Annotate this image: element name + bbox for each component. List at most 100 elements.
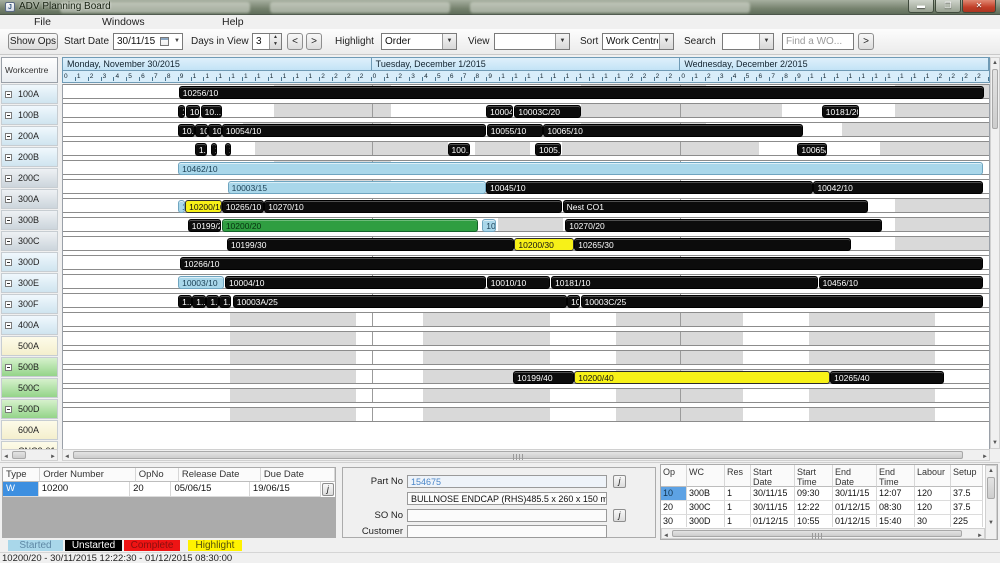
ops-cell[interactable]: 37.5 [951,501,983,515]
ops-cell[interactable]: 300C [687,501,725,515]
ops-cell[interactable]: 01/12/15 [751,515,795,527]
order-table-row[interactable]: W102002005/06/1519/06/15j [3,482,335,497]
gantt-bar[interactable]: 10199/20 [188,219,221,232]
ops-cell[interactable]: 09:30 [795,487,833,501]
gantt-bar[interactable]: 10.. [208,124,222,137]
ops-cell[interactable]: 30/11/15 [751,501,795,515]
highlight-select[interactable]: Order▼ [381,33,457,50]
gantt-bar[interactable]: 10003B/2 [567,295,580,308]
order-cell[interactable]: 05/06/15 [171,482,249,497]
ops-cell[interactable]: 30/11/15 [833,487,877,501]
chevron-down-icon[interactable]: ▼ [555,34,569,49]
gantt-bar[interactable]: 10003C/25 [581,295,983,308]
ops-table-row[interactable]: 20300C130/11/1512:2201/12/1508:3012037.5 [661,501,997,515]
find-wo-go-button[interactable]: > [858,33,874,50]
gantt-bar[interactable]: 10003/15 [228,181,487,194]
ops-table-row[interactable]: 30300D101/12/1510:5501/12/1515:4030225 [661,515,997,527]
collapse-icon[interactable] [5,196,12,203]
gantt-bar[interactable]: 10200/20 [222,219,478,232]
chevron-down-icon[interactable]: ▼ [174,34,180,49]
gantt-bar[interactable]: 10055/10 [487,124,543,137]
gantt-bar[interactable]: 1 [211,143,217,156]
gantt-bar[interactable]: 1 [178,200,184,213]
minimize-icon[interactable]: ▬ [908,0,934,13]
prev-day-button[interactable]: < [287,33,303,50]
ops-cell[interactable]: 300B [687,487,725,501]
gantt-bar[interactable]: 10010/10 [487,276,551,289]
part-no-lookup-button[interactable]: j [613,475,626,488]
gantt-bar[interactable]: 1.. [195,143,207,156]
so-no-input[interactable] [407,509,607,522]
ops-cell[interactable]: 20 [661,501,687,515]
gantt-bar[interactable]: 10.. [178,124,195,137]
operations-vertical-scrollbar[interactable]: ▲ ▼ [985,465,997,540]
close-icon[interactable]: ✕ [962,0,996,13]
ops-cell[interactable]: 30 [661,515,687,527]
collapse-icon[interactable] [5,364,12,371]
gantt-bar[interactable]: 10265/30 [574,238,851,251]
collapse-icon[interactable] [5,175,12,182]
ops-cell[interactable]: 300D [687,515,725,527]
menu-item-file[interactable]: File [30,16,55,29]
gantt-bar[interactable]: 10003C/20 [514,105,581,118]
gantt-bar[interactable]: 10265/40 [830,371,944,384]
gantt-bar[interactable]: 10... [186,105,200,118]
gantt-bar[interactable]: 10181/10 [551,276,818,289]
ops-cell[interactable]: 225 [951,515,983,527]
menu-item-windows[interactable]: Windows [98,16,149,29]
operations-horizontal-scrollbar[interactable]: ◄ ► [661,528,985,539]
gantt-bar[interactable]: 10.. [195,124,207,137]
ops-cell[interactable]: 12:07 [877,487,915,501]
gantt-bar[interactable]: 10256/10 [179,86,984,99]
ops-cell[interactable]: 12:22 [795,501,833,515]
gantt-bar[interactable]: 1... [206,295,218,308]
search-select[interactable]: ▼ [722,33,774,50]
gantt-bar[interactable]: 1005... [535,143,561,156]
collapse-icon[interactable] [5,238,12,245]
ops-cell[interactable]: 15:40 [877,515,915,527]
show-ops-button[interactable]: Show Ops [8,33,58,50]
order-cell[interactable]: 19/06/15 [250,482,321,497]
gantt-bar[interactable]: 1... [192,295,206,308]
ops-cell[interactable]: 01/12/15 [833,515,877,527]
gantt-bar[interactable]: 10054/10 [222,124,486,137]
chevron-down-icon[interactable]: ▼ [442,34,456,49]
ops-cell[interactable]: 10:55 [795,515,833,527]
gantt-bar[interactable]: 10199/40 [513,371,573,384]
gantt-bar[interactable]: 1 [178,105,185,118]
restore-icon[interactable]: ❐ [935,0,961,13]
gantt-bar[interactable]: 10462/10 [178,162,982,175]
next-day-button[interactable]: > [306,33,322,50]
gantt-bar[interactable]: 10199/30 [227,238,514,251]
view-select[interactable]: ▼ [494,33,570,50]
gantt-bar[interactable]: 10065/10 [543,124,802,137]
gantt-bar[interactable]: 10456/10 [819,276,983,289]
gantt-bar[interactable]: 10004/10 [225,276,486,289]
gantt-bar[interactable]: 10266/10 [180,257,983,270]
gantt-bar[interactable]: 1 [225,143,231,156]
gantt-bar[interactable]: 10200/30 [514,238,573,251]
gantt-horizontal-scrollbar[interactable]: ◄ ► [62,449,990,461]
chevron-down-icon[interactable]: ▼ [659,34,673,49]
order-cell[interactable]: 20 [130,482,171,497]
collapse-icon[interactable] [5,112,12,119]
collapse-icon[interactable] [5,217,12,224]
collapse-icon[interactable] [5,322,12,329]
order-cell[interactable]: 10200 [39,482,130,497]
gantt-bar[interactable]: 10003/10 [178,276,224,289]
gantt-bar[interactable]: 10181/20 [822,105,859,118]
ops-cell[interactable]: 30/11/15 [751,487,795,501]
gantt-bar[interactable]: 10045/10 [486,181,813,194]
gantt-bar[interactable]: 1... [219,295,231,308]
ops-cell[interactable]: 120 [915,487,951,501]
ops-cell[interactable]: 08:30 [877,501,915,515]
spinner-arrows-icon[interactable]: ▲▼ [269,34,281,49]
calendar-icon[interactable] [160,37,169,46]
days-in-view-stepper[interactable]: 3 ▲▼ [252,33,282,50]
gantt-bar[interactable]: 10... [201,105,222,118]
gantt-bar[interactable]: 10004... [486,105,513,118]
workcentre-horizontal-scrollbar[interactable]: ◄ ► [1,449,58,461]
collapse-icon[interactable] [5,91,12,98]
gantt-bar[interactable]: 10... [482,219,496,232]
start-date-input[interactable]: 30/11/15 ▼ [113,33,183,50]
